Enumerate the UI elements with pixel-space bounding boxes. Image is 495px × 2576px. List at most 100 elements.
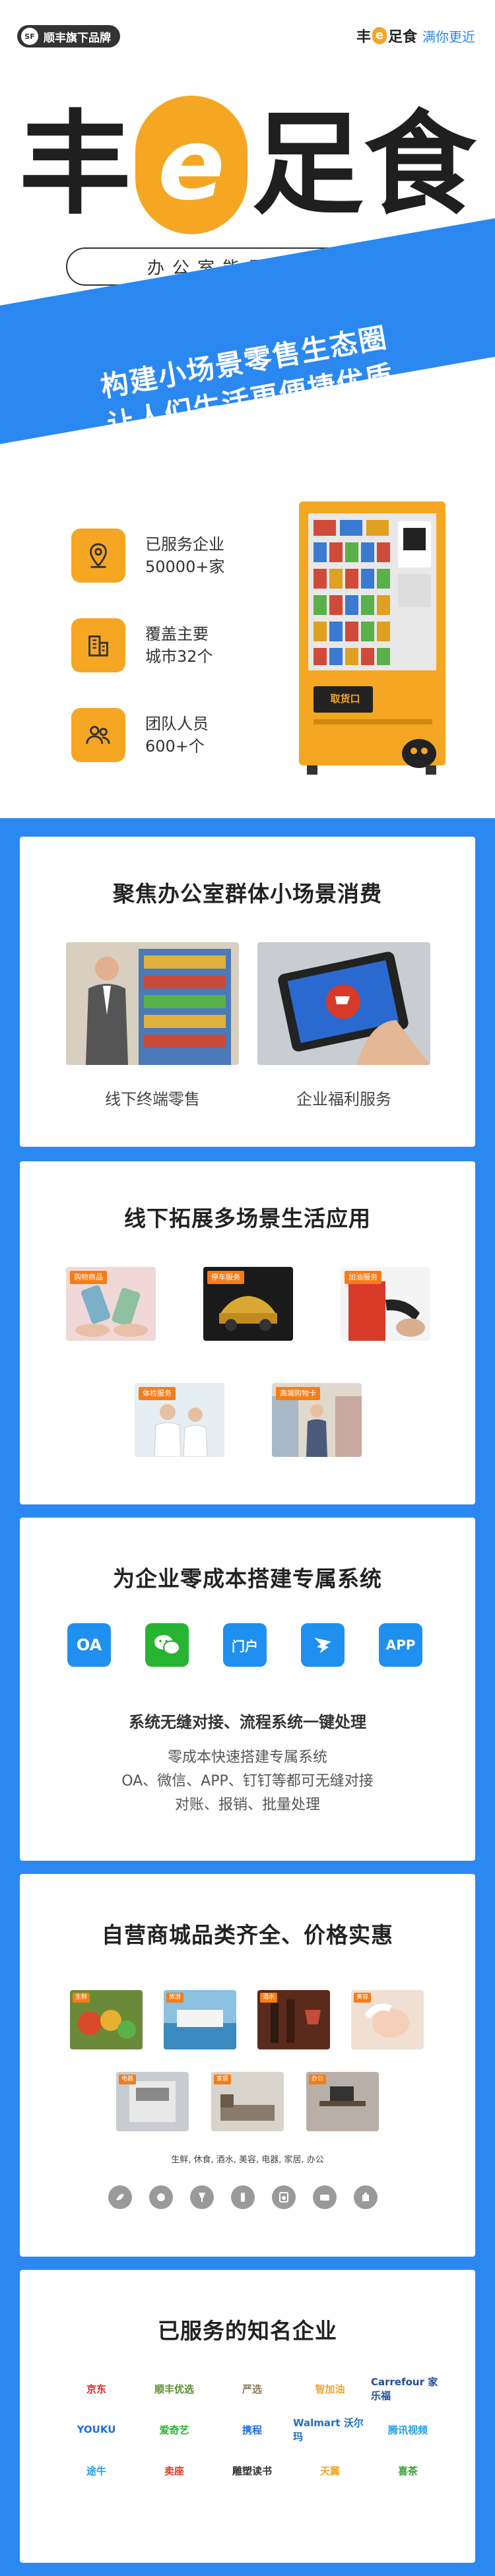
tag-office: 办公: [309, 2075, 327, 2084]
section-title: 自营商城品类齐全、价格实惠: [102, 1922, 393, 1948]
team-icon: [71, 708, 125, 762]
section-life-scenes: 线下拓展多场景生活应用 购物商品 停车服务 加油服务 体检服务 高端购物卡: [20, 1161, 475, 1504]
section-enterprise-system: 为企业零成本搭建专属系统 OA 门户 APP 系统无缝对接、流程系统一键处理 零…: [20, 1518, 475, 1861]
office-image: 办公: [306, 2072, 379, 2131]
sf-badge-label: 顺丰旗下品牌: [44, 31, 111, 45]
brand-e-icon: e: [372, 27, 387, 44]
stat-value: 城市32个: [145, 647, 213, 666]
page: SF 顺丰旗下品牌 丰 e 足食 满你更近 丰 e 足 食 办公室能量补给站 构…: [0, 0, 495, 2576]
client-logo: Carrefour 家乐福: [371, 2376, 438, 2402]
portal-label: 门户: [232, 1638, 258, 1654]
sf-brand-badge: SF 顺丰旗下品牌: [17, 25, 120, 48]
tag-fuel: 加油服务: [345, 1271, 381, 1284]
stat-item: 团队人员 600+个: [71, 707, 269, 763]
section-office-scene: 聚焦办公室群体小场景消费 线下终端零售 企业福利服务: [20, 837, 475, 1147]
retail-terminal-image: [66, 942, 239, 1065]
section-clients: 已服务的知名企业 京东 顺丰优选 严选 智加油 Carrefour 家乐福 YOUKU 爱奇…: [20, 2270, 475, 2563]
section-title: 线下拓展多场景生活应用: [124, 1206, 371, 1231]
medical-checkup-image: 体检服务: [135, 1383, 224, 1457]
tag-appliance: 电器: [119, 2075, 137, 2084]
tag-parking: 停车服务: [207, 1271, 244, 1284]
appliance-category-icon: [272, 2185, 296, 2209]
parking-image: 停车服务: [203, 1267, 293, 1341]
app-label: APP: [385, 1637, 416, 1653]
beauty-image: 美容: [351, 1990, 424, 2049]
client-logo: YOUKU: [77, 2424, 116, 2435]
client-logo: 爱奇艺: [159, 2424, 189, 2436]
logo-char-4: 食: [364, 100, 477, 230]
snack-category-icon: [149, 2185, 173, 2209]
client-logo: 天翼: [319, 2464, 340, 2477]
tag-medical: 体检服务: [139, 1387, 176, 1400]
client-logo: 卖座: [164, 2464, 184, 2477]
brand-left: 丰: [356, 29, 371, 46]
tag-fresh: 生鲜: [73, 1993, 90, 2003]
wine-image: 酒水: [257, 1990, 330, 2049]
tag-beauty: 美容: [354, 1993, 372, 2003]
brand-slogan: 满你更近: [422, 28, 475, 45]
fresh-food-image: 生鲜: [70, 1990, 143, 2049]
wine-category-icon: [190, 2185, 214, 2209]
logo-char-1: 丰: [18, 100, 131, 230]
stat-value: 50000+家: [145, 558, 225, 576]
tag-home: 家居: [214, 2075, 232, 2084]
stat-value: 600+个: [145, 737, 205, 756]
section-title: 为企业零成本搭建专属系统: [113, 1566, 382, 1592]
client-logo: Walmart 沃尔玛: [293, 2417, 364, 2443]
app-icon: APP: [379, 1623, 422, 1667]
enterprise-welfare-image: [257, 942, 430, 1065]
top-brand-logo: 丰 e 足食 满你更近: [356, 25, 475, 46]
brand-right: 足食: [387, 29, 417, 46]
client-logo: 携程: [242, 2424, 262, 2436]
shopping-image: 购物商品: [66, 1267, 156, 1341]
buildings-icon: [71, 618, 125, 672]
stat-label: 已服务企业: [145, 535, 224, 554]
stats-list: 已服务企业 50000+家 覆盖主要 城市32个 团队人员 600+个: [71, 528, 269, 797]
category-list: 生鲜, 休食, 酒水, 美容, 电器, 家居, 办公: [171, 2155, 324, 2165]
client-logo: 顺丰优选: [154, 2383, 194, 2395]
system-desc-2: OA、微信、APP、钉钉等都可无缝对接: [121, 1773, 374, 1789]
section-self-mall: 自营商城品类齐全、价格实惠 生鲜 旅游 酒水 美容 电器 家居 办公 生鲜, 休…: [20, 1874, 475, 2257]
wechat-icon: [145, 1623, 189, 1667]
shopping-card-image: 高端购物卡: [272, 1383, 362, 1457]
section-title: 聚焦办公室群体小场景消费: [113, 881, 382, 907]
client-logo: 严选: [242, 2383, 262, 2395]
client-logo: 喜茶: [397, 2464, 418, 2477]
tag-travel: 旅游: [166, 1993, 184, 2003]
pickup-label: 取货口: [330, 693, 360, 705]
tag-wine: 酒水: [260, 1993, 278, 2003]
beauty-category-icon: [231, 2185, 255, 2209]
travel-image: 旅游: [164, 1990, 236, 2049]
client-logo: 智加油: [315, 2383, 345, 2395]
system-desc-1: 零成本快速搭建专属系统: [167, 1749, 327, 1766]
fuel-image: 加油服务: [341, 1267, 430, 1341]
caption-welfare: 企业福利服务: [296, 1090, 391, 1109]
oa-icon: OA: [67, 1623, 111, 1667]
location-pin-icon: [71, 529, 125, 583]
vending-machine-image: [299, 501, 446, 775]
stat-item: 覆盖主要 城市32个: [71, 618, 269, 673]
system-subtitle: 系统无缝对接、流程系统一键处理: [129, 1713, 366, 1731]
section-title: 已服务的知名企业: [158, 2318, 337, 2344]
sf-logo-icon: SF: [21, 28, 38, 45]
home-image: 家居: [211, 2072, 284, 2131]
fresh-category-icon: [108, 2185, 132, 2209]
system-desc-3: 对账、报销、批量处理: [174, 1797, 320, 1813]
tag-shopping-card: 高端购物卡: [276, 1387, 320, 1400]
logo-char-3: 足: [251, 100, 364, 230]
portal-icon: 门户: [223, 1623, 267, 1667]
stat-label: 覆盖主要: [145, 625, 209, 643]
tag-shopping: 购物商品: [70, 1271, 107, 1284]
oa-label: OA: [76, 1636, 102, 1654]
logo-e-icon: e: [135, 96, 248, 234]
home-category-icon: [313, 2185, 337, 2209]
office-category-icon: [354, 2185, 378, 2209]
dingtalk-icon: [301, 1623, 345, 1667]
client-logo: 京东: [86, 2383, 106, 2395]
main-logo: 丰 e 足 食: [0, 86, 495, 244]
appliance-image: 电器: [116, 2072, 189, 2131]
stat-item: 已服务企业 50000+家: [71, 528, 269, 583]
client-logo: 腾讯视频: [387, 2424, 428, 2436]
client-logo: 途牛: [86, 2464, 106, 2477]
client-logo: 雕塑读书: [232, 2464, 272, 2477]
